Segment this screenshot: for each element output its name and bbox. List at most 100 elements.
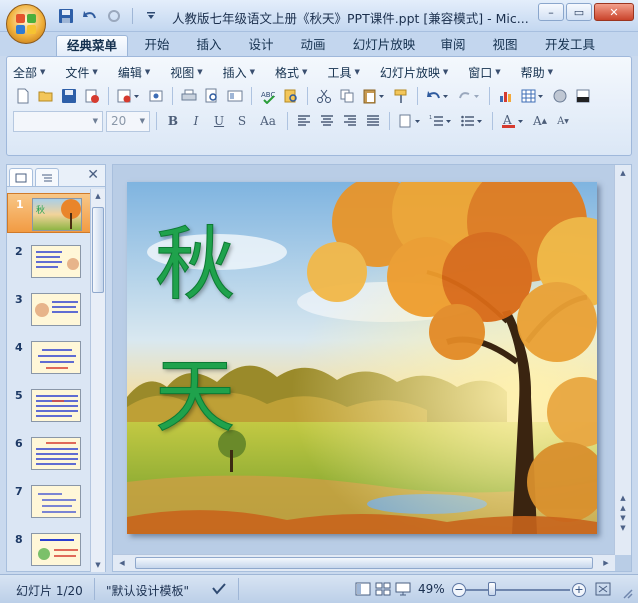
menu-tools[interactable]: 工具 ▼: [327, 61, 359, 83]
justify-icon[interactable]: [363, 111, 383, 131]
restore-button[interactable]: ▭: [566, 3, 592, 21]
slide-thumbnail[interactable]: 4: [7, 337, 91, 377]
save-icon[interactable]: [59, 86, 79, 106]
zoom-slider-handle[interactable]: [488, 582, 496, 596]
slide-thumbnail[interactable]: 6: [7, 433, 91, 473]
slide-sorter-icon[interactable]: [374, 581, 392, 597]
insert-table-icon[interactable]: [519, 86, 547, 106]
slide-thumbnail[interactable]: 1 秋: [7, 193, 91, 233]
fit-to-window-icon[interactable]: [594, 581, 612, 597]
paste-icon[interactable]: [360, 86, 388, 106]
font-color-icon[interactable]: A: [499, 111, 527, 131]
bold-icon[interactable]: B: [163, 111, 183, 131]
tab-slideshow[interactable]: 幻灯片放映: [346, 35, 422, 56]
undo-icon[interactable]: [424, 86, 452, 106]
copy-icon[interactable]: [337, 86, 357, 106]
tab-insert[interactable]: 插入: [188, 35, 230, 56]
tab-design[interactable]: 设计: [240, 35, 282, 56]
horizontal-scrollbar[interactable]: ◀ ▶: [113, 554, 615, 571]
close-panel-icon[interactable]: ✕: [87, 167, 99, 183]
redo-icon[interactable]: [104, 6, 124, 26]
zoom-level[interactable]: 49%: [418, 582, 445, 596]
tab-review[interactable]: 审阅: [432, 35, 474, 56]
redo-icon[interactable]: [455, 86, 483, 106]
zoom-in-icon[interactable]: +: [572, 583, 586, 597]
slide-thumbnail[interactable]: 3: [7, 289, 91, 329]
customize-qat-icon[interactable]: [141, 6, 161, 26]
normal-view-icon[interactable]: [225, 86, 245, 106]
font-size-combo[interactable]: 20 ▼: [106, 110, 150, 132]
insert-chart-icon[interactable]: [496, 86, 516, 106]
menu-insert[interactable]: 插入 ▼: [223, 61, 255, 83]
tab-developer[interactable]: 开发工具: [538, 35, 602, 56]
open-folder-icon[interactable]: [36, 86, 56, 106]
tab-view[interactable]: 视图: [484, 35, 526, 56]
print-preview-icon[interactable]: [202, 86, 222, 106]
slide-thumbnail[interactable]: 8: [7, 529, 91, 569]
grow-font-icon[interactable]: A ▲: [530, 111, 550, 131]
align-right-icon[interactable]: [340, 111, 360, 131]
underline-icon[interactable]: U: [209, 111, 229, 131]
undo-icon[interactable]: [80, 6, 100, 26]
slide-thumbnail[interactable]: 5: [7, 385, 91, 425]
menu-edit[interactable]: 编辑 ▼: [118, 61, 150, 83]
tab-classic-menu[interactable]: 经典菜单: [56, 35, 128, 56]
current-slide[interactable]: 秋 天: [127, 182, 597, 534]
menu-help[interactable]: 帮助 ▼: [521, 61, 553, 83]
menu-window[interactable]: 窗口 ▼: [468, 61, 500, 83]
align-center-icon[interactable]: [317, 111, 337, 131]
scroll-up-icon[interactable]: ▲: [91, 189, 105, 203]
scroll-thumb[interactable]: [135, 557, 593, 569]
columns-icon[interactable]: [396, 111, 424, 131]
scroll-thumb[interactable]: [92, 207, 104, 293]
numbering-icon[interactable]: 1: [427, 111, 455, 131]
scroll-up-icon[interactable]: ▲: [616, 166, 630, 180]
zoom-out-icon[interactable]: −: [452, 583, 466, 597]
shrink-font-icon[interactable]: A ▼: [553, 111, 573, 131]
slideshow-icon[interactable]: [394, 581, 412, 597]
scroll-down-icon[interactable]: ▼: [91, 558, 105, 572]
resize-grip-icon[interactable]: [618, 585, 636, 601]
permission-icon[interactable]: [82, 86, 102, 106]
outline-tab[interactable]: [35, 168, 59, 186]
menu-all[interactable]: 全部 ▼: [13, 61, 45, 83]
italic-icon[interactable]: I: [186, 111, 206, 131]
scroll-right-icon[interactable]: ▶: [599, 556, 613, 570]
format-painter-icon[interactable]: [391, 86, 411, 106]
menu-format[interactable]: 格式 ▼: [275, 61, 307, 83]
menu-slideshow[interactable]: 幻灯片放映 ▼: [380, 61, 448, 83]
vertical-scrollbar[interactable]: ▲ ▲ ▲ ▼ ▼: [614, 165, 631, 555]
print-icon[interactable]: [179, 86, 199, 106]
tab-animations[interactable]: 动画: [292, 35, 334, 56]
change-case-icon[interactable]: Aa: [255, 111, 281, 131]
menu-view[interactable]: 视图 ▼: [170, 61, 202, 83]
next-slide-icon[interactable]: ▼ ▼: [616, 513, 630, 533]
zoom-slider[interactable]: [466, 589, 570, 591]
attach-icon[interactable]: [146, 86, 166, 106]
menu-file[interactable]: 文件 ▼: [65, 61, 97, 83]
scroll-left-icon[interactable]: ◀: [115, 556, 129, 570]
minimize-button[interactable]: –: [538, 3, 564, 21]
thumbnail-scrollbar[interactable]: ▲ ▼: [90, 189, 105, 572]
spell-check-icon[interactable]: [210, 581, 228, 597]
previous-slide-icon[interactable]: ▲ ▲: [616, 493, 630, 513]
tab-home[interactable]: 开始: [136, 35, 178, 56]
bullets-icon[interactable]: [458, 111, 486, 131]
spelling-icon[interactable]: ABC: [258, 86, 278, 106]
email-icon[interactable]: [115, 86, 143, 106]
slide-title-line2[interactable]: 天: [155, 353, 255, 440]
office-button[interactable]: [6, 4, 46, 44]
font-name-combo[interactable]: ▼: [13, 110, 103, 132]
save-icon[interactable]: [56, 6, 76, 26]
close-button[interactable]: ✕: [594, 3, 634, 21]
normal-view-icon[interactable]: [354, 581, 372, 597]
new-document-icon[interactable]: [13, 86, 33, 106]
color-view-icon[interactable]: [573, 86, 593, 106]
cut-icon[interactable]: [314, 86, 334, 106]
slide-thumbnail[interactable]: 7: [7, 481, 91, 521]
grayscale-icon[interactable]: [550, 86, 570, 106]
research-icon[interactable]: [281, 86, 301, 106]
slide-title-line1[interactable]: 秋: [155, 221, 255, 308]
align-left-icon[interactable]: [294, 111, 314, 131]
slide-thumbnail[interactable]: 2: [7, 241, 91, 281]
